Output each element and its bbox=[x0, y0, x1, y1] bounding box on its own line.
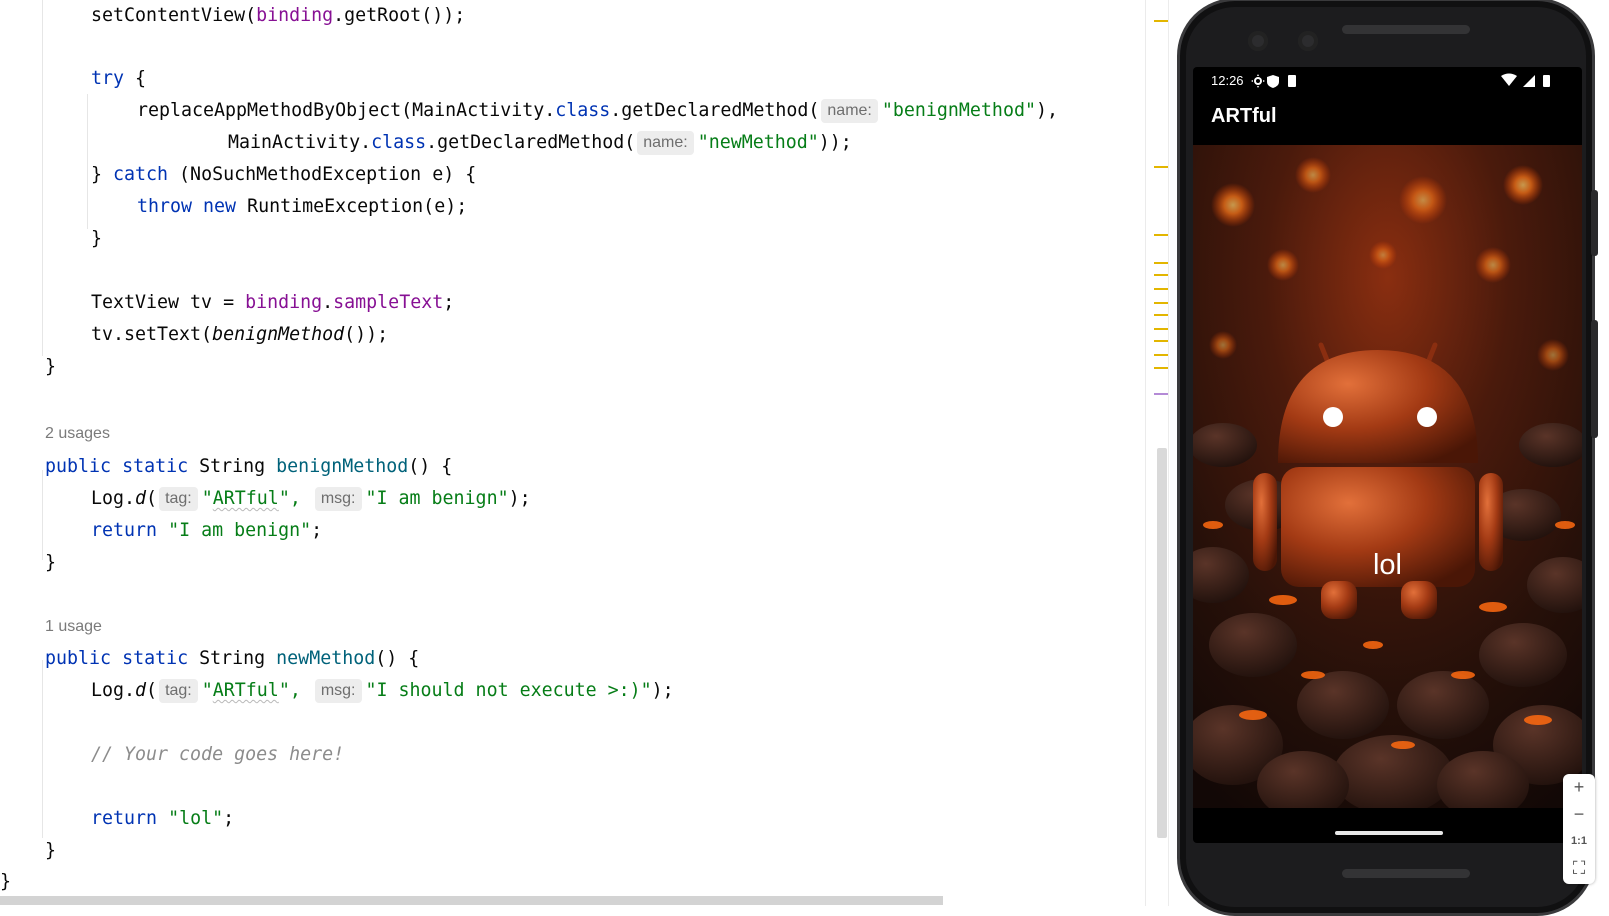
zoom-fit-button[interactable]: ⛶ bbox=[1563, 855, 1595, 882]
code-line[interactable]: tv.setText(benignMethod()); bbox=[91, 319, 388, 351]
code-line[interactable]: return "I am benign"; bbox=[91, 515, 322, 547]
code-line[interactable]: setContentView(binding.getRoot()); bbox=[91, 0, 465, 32]
usages-hint[interactable]: 2 usages bbox=[45, 423, 110, 445]
warning-marker[interactable] bbox=[1154, 274, 1168, 276]
code-line[interactable]: } catch (NoSuchMethodException e) { bbox=[91, 159, 476, 191]
code-line[interactable]: } bbox=[45, 835, 56, 867]
typo-squiggle: ARTful bbox=[212, 488, 279, 509]
indent-guide bbox=[42, 0, 43, 356]
bottom-speaker bbox=[1342, 869, 1470, 878]
warning-marker[interactable] bbox=[1154, 367, 1168, 369]
code-editor[interactable]: setContentView(binding.getRoot()); try {… bbox=[0, 0, 1145, 906]
indent-guide bbox=[42, 470, 43, 560]
zoom-actual-size-button[interactable]: 1:1 bbox=[1563, 828, 1595, 855]
parameter-hint: name: bbox=[821, 99, 878, 123]
code-line[interactable]: replaceAppMethodByObject(MainActivity.cl… bbox=[137, 95, 1058, 127]
code-line[interactable]: Log.d(tag: "ARTful", msg: "I am benign"); bbox=[91, 483, 531, 515]
warning-marker[interactable] bbox=[1154, 234, 1168, 236]
parameter-hint: msg: bbox=[314, 679, 362, 703]
code-line[interactable]: } bbox=[45, 351, 56, 383]
status-clock: 12:26 bbox=[1211, 73, 1244, 88]
code-comment[interactable]: // Your code goes here! bbox=[91, 739, 344, 771]
code-line[interactable]: } bbox=[91, 223, 102, 255]
code-line[interactable]: public static String newMethod() { bbox=[45, 643, 419, 675]
vertical-scrollbar[interactable] bbox=[1157, 448, 1167, 838]
earpiece-speaker bbox=[1342, 25, 1470, 34]
code-line[interactable]: throw new RuntimeException(e); bbox=[137, 191, 467, 223]
warning-marker[interactable] bbox=[1154, 166, 1168, 168]
app-title: ARTful bbox=[1211, 105, 1277, 127]
code-line[interactable]: } bbox=[0, 866, 11, 898]
code-line[interactable]: MainActivity.class.getDeclaredMethod(nam… bbox=[228, 127, 852, 159]
code-line[interactable]: public static String benignMethod() { bbox=[45, 451, 452, 483]
code-line[interactable]: Log.d(tag: "ARTful", msg: "I should not exe… bbox=[91, 675, 674, 707]
app-bar: ARTful bbox=[1193, 95, 1582, 145]
parameter-hint: name: bbox=[637, 131, 694, 155]
horizontal-scrollbar[interactable] bbox=[0, 896, 943, 905]
warning-marker[interactable] bbox=[1154, 354, 1168, 356]
status-notification-icons bbox=[1251, 74, 1296, 88]
parameter-hint: msg: bbox=[314, 487, 362, 511]
warning-marker[interactable] bbox=[1154, 288, 1168, 290]
warning-marker[interactable] bbox=[1154, 262, 1168, 264]
android-robot-wallpaper bbox=[1193, 145, 1582, 808]
code-line[interactable]: TextView tv = binding.sampleText; bbox=[91, 287, 454, 319]
gesture-nav-handle[interactable] bbox=[1335, 831, 1443, 835]
power-button[interactable] bbox=[1591, 190, 1598, 256]
camera-icon bbox=[1298, 31, 1318, 51]
device-screen[interactable]: 12:26 ARTful lol bbox=[1193, 67, 1582, 843]
zoom-controls: + − 1:1 ⛶ bbox=[1563, 774, 1595, 884]
code-line[interactable]: return "lol"; bbox=[91, 803, 234, 835]
zoom-out-button[interactable]: − bbox=[1563, 801, 1595, 828]
parameter-hint: tag: bbox=[159, 487, 198, 511]
camera-icon bbox=[1248, 31, 1268, 51]
status-system-icons bbox=[1501, 73, 1550, 87]
warning-marker[interactable] bbox=[1154, 328, 1168, 330]
center-text-view: lol bbox=[1372, 549, 1402, 581]
info-marker[interactable] bbox=[1154, 393, 1168, 395]
warning-marker[interactable] bbox=[1154, 314, 1168, 316]
code-line[interactable]: try { bbox=[91, 63, 146, 95]
parameter-hint: tag: bbox=[159, 679, 198, 703]
warning-marker[interactable] bbox=[1154, 302, 1168, 304]
code-line[interactable]: } bbox=[45, 547, 56, 579]
indent-guide bbox=[42, 660, 43, 838]
status-bar: 12:26 bbox=[1193, 67, 1582, 95]
warning-marker[interactable] bbox=[1154, 340, 1168, 342]
usages-hint[interactable]: 1 usage bbox=[45, 616, 102, 638]
indent-guide bbox=[87, 94, 88, 229]
typo-squiggle: ARTful bbox=[212, 680, 279, 701]
warning-marker[interactable] bbox=[1154, 20, 1168, 22]
volume-button[interactable] bbox=[1591, 320, 1598, 438]
zoom-in-button[interactable]: + bbox=[1563, 774, 1595, 801]
